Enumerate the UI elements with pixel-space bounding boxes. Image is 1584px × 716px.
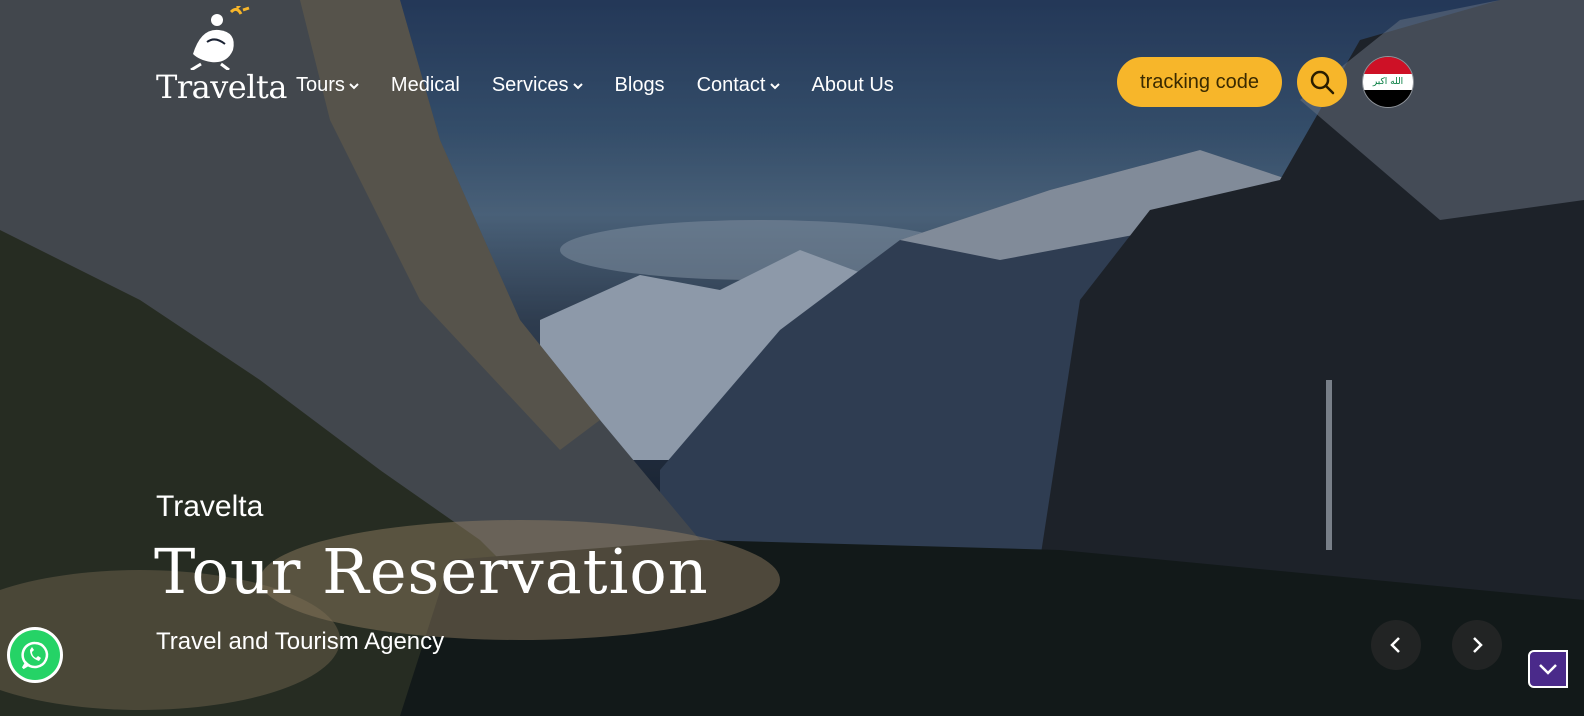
slider-next-button[interactable] xyxy=(1452,620,1502,670)
language-switcher[interactable]: الله اكبر xyxy=(1363,57,1413,107)
nav-item-blogs[interactable]: Blogs xyxy=(615,74,665,97)
whatsapp-button[interactable] xyxy=(10,630,60,680)
nav-item-label: About Us xyxy=(811,74,894,96)
chevron-down-icon xyxy=(1539,664,1557,675)
nav-item-label: Services xyxy=(491,74,569,96)
nav-item-medical[interactable]: Medical xyxy=(391,74,460,97)
brand-logo[interactable]: Travelta xyxy=(156,6,287,106)
hero-subtitle: Travel and Tourism Agency xyxy=(156,628,445,655)
chevron-left-icon xyxy=(1390,637,1400,653)
nav-item-tours[interactable]: Tours xyxy=(296,74,359,97)
chevron-down-icon xyxy=(349,82,359,89)
traveler-figure-icon xyxy=(190,6,250,70)
search-icon xyxy=(1310,70,1335,95)
tracking-code-button[interactable]: tracking code xyxy=(1117,57,1282,107)
hero-kicker: Travelta xyxy=(156,490,264,523)
hero-title: Tour Reservation xyxy=(154,535,709,608)
nav-item-label: Contact xyxy=(696,74,766,96)
chevron-down-icon xyxy=(572,82,583,89)
nav-item-label: Blogs xyxy=(614,74,665,96)
nav-item-contact[interactable]: Contact xyxy=(697,74,780,97)
nav-item-about-us[interactable]: About Us xyxy=(812,74,894,97)
nav-item-label: Medical xyxy=(390,74,460,96)
flag-stripe-white: الله اكبر xyxy=(1363,73,1413,91)
search-button[interactable] xyxy=(1297,57,1347,107)
chevron-right-icon xyxy=(1473,637,1483,653)
main-nav: Tours Medical Services Blogs Contact Abo… xyxy=(296,74,926,97)
hero-background xyxy=(0,0,1584,716)
scroll-down-button[interactable] xyxy=(1528,650,1568,688)
flag-script: الله اكبر xyxy=(1372,76,1404,87)
nav-item-services[interactable]: Services xyxy=(492,74,583,97)
chevron-down-icon xyxy=(769,82,780,89)
brand-name: Travelta xyxy=(156,68,287,106)
nav-item-label: Tours xyxy=(296,74,345,96)
whatsapp-icon xyxy=(21,641,49,670)
slider-prev-button[interactable] xyxy=(1371,620,1421,670)
